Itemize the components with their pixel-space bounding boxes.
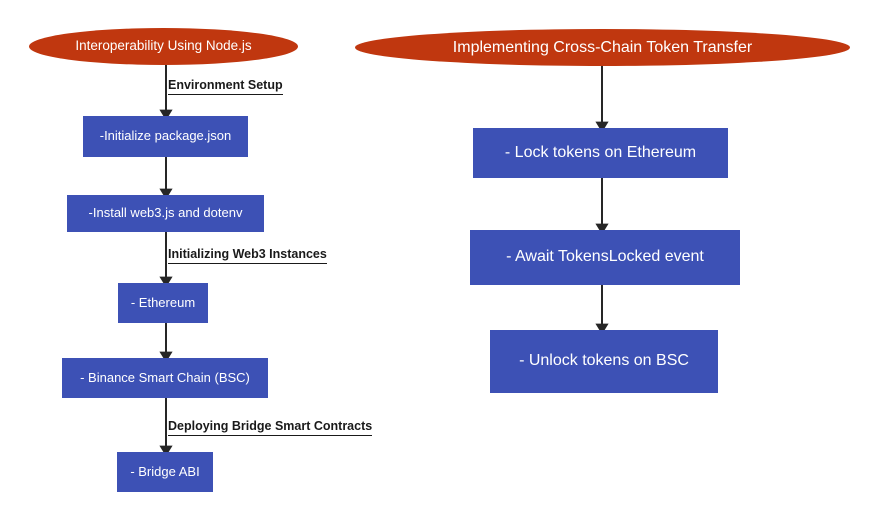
edge-layer — [159, 65, 609, 457]
node-label: Implementing Cross-Chain Token Transfer — [452, 38, 753, 56]
node-label: - Await TokensLocked event — [506, 248, 704, 266]
process-node-ethereum[interactable]: - Ethereum — [118, 283, 208, 323]
node-label: - Binance Smart Chain (BSC) — [80, 369, 250, 385]
process-node-init-package-json[interactable]: -Initialize package.json — [83, 116, 248, 157]
node-label: - Bridge ABI — [130, 463, 200, 479]
process-node-unlock-tokens-bsc[interactable]: - Unlock tokens on BSC — [490, 330, 718, 393]
flowchart-canvas: Interoperability Using Node.js -Initializ… — [0, 0, 879, 515]
node-label: - Ethereum — [130, 294, 196, 310]
node-label: - Unlock tokens on BSC — [519, 352, 689, 370]
node-label: -Initialize package.json — [99, 128, 232, 144]
process-node-install-web3-dotenv[interactable]: -Install web3.js and dotenv — [67, 195, 264, 232]
root-node-interoperability-using-node-js[interactable]: Interoperability Using Node.js — [29, 28, 298, 65]
node-label: Interoperability Using Node.js — [75, 38, 252, 54]
process-node-binance-smart-chain[interactable]: - Binance Smart Chain (BSC) — [62, 358, 268, 398]
edge-label-l3: Deploying Bridge Smart Contracts — [168, 419, 373, 436]
process-node-lock-tokens-ethereum[interactable]: - Lock tokens on Ethereum — [473, 128, 728, 178]
node-label: -Install web3.js and dotenv — [88, 205, 243, 221]
edge-label-l2: Initializing Web3 Instances — [168, 247, 327, 264]
process-node-bridge-abi[interactable]: - Bridge ABI — [117, 452, 213, 492]
edge-label-l1: Environment Setup — [168, 78, 283, 95]
node-label: - Lock tokens on Ethereum — [504, 143, 697, 161]
root-node-implementing-cross-chain-token-transfer[interactable]: Implementing Cross-Chain Token Transfer — [355, 29, 850, 66]
process-node-await-tokenslocked-event[interactable]: - Await TokensLocked event — [470, 230, 740, 285]
